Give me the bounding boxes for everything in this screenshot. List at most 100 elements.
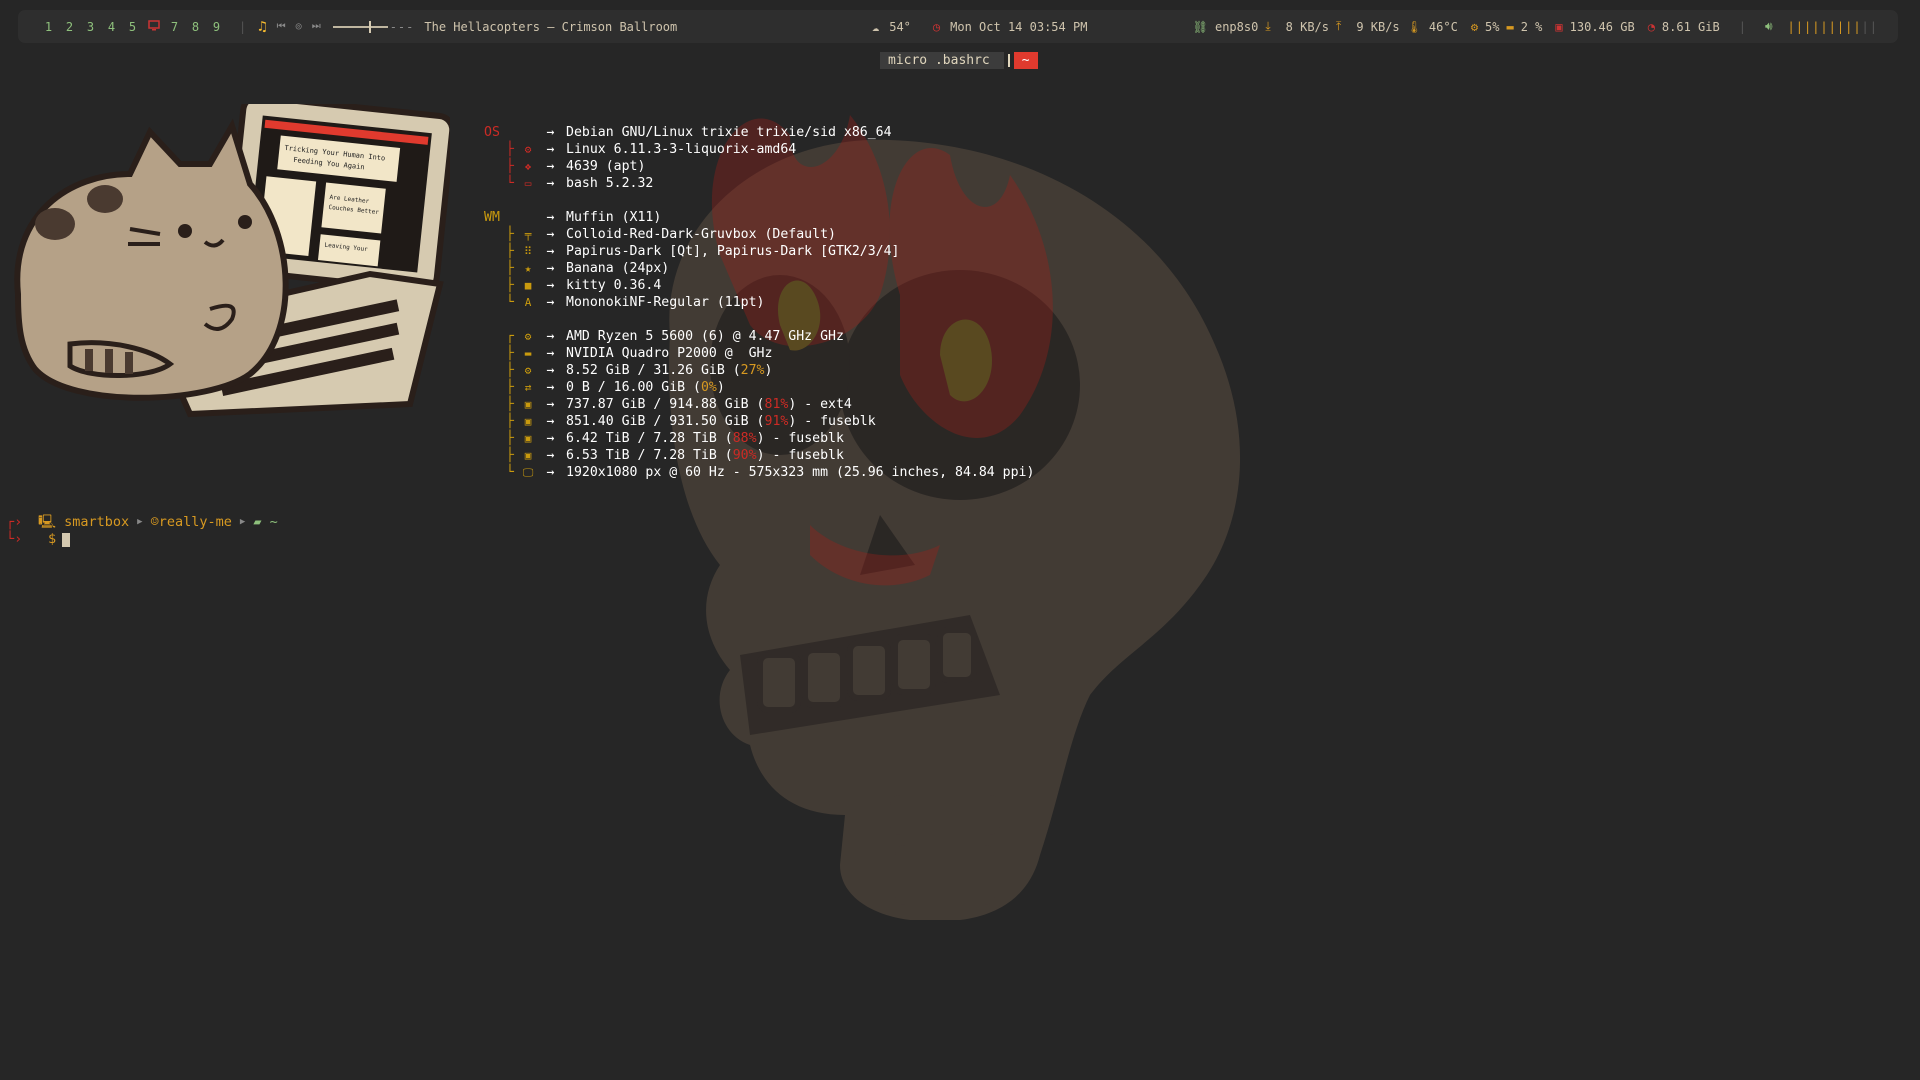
swap-value: 0 B / 16.00 GiB (0%) bbox=[566, 380, 725, 395]
now-playing-title: The Hellacopters – Crimson Ballroom bbox=[424, 19, 678, 34]
arrow: → bbox=[546, 448, 555, 463]
workspace-3[interactable]: 3 bbox=[80, 20, 101, 34]
track-progress-bar[interactable] bbox=[332, 20, 388, 33]
arrow: → bbox=[546, 227, 555, 242]
download-icon: ⤓ bbox=[1265, 19, 1271, 33]
workspace-6-active-monitor-icon[interactable] bbox=[143, 19, 164, 34]
arrow: → bbox=[546, 346, 555, 361]
memory-icon: ◔ bbox=[1647, 19, 1655, 34]
next-track-icon[interactable]: ⏭ bbox=[312, 21, 321, 32]
monitor-icon: 🖵︎ bbox=[522, 466, 534, 479]
grid-icon: ⠿ bbox=[523, 245, 533, 258]
memory-percent: 27% bbox=[740, 363, 765, 378]
workspace-1[interactable]: 1 bbox=[38, 20, 59, 34]
cpu-value: AMD Ryzen 5 5600 (6) @ 4.47 GHz GHz bbox=[566, 329, 844, 344]
network-icon: ⛓ bbox=[1192, 19, 1208, 34]
disk-free: 130.46 GB bbox=[1569, 19, 1635, 34]
packages-value: 4639 (apt) bbox=[566, 159, 646, 174]
arrow: → bbox=[546, 176, 555, 191]
cursor-value: Banana (24px) bbox=[566, 261, 670, 276]
progress-knob[interactable] bbox=[368, 20, 371, 33]
fetch-row-wm: WM → Muffin (X11) bbox=[484, 209, 1034, 226]
os-value: Debian GNU/Linux trixie trixie/sid x86_6… bbox=[566, 125, 892, 140]
terminal-window-icon: ■ bbox=[524, 279, 532, 292]
prompt-symbol: $ bbox=[48, 531, 57, 547]
date-time[interactable]: Mon Oct 14 03:54 PM bbox=[950, 20, 1087, 34]
fetch-row-swap: ├ ⇄ → 0 B / 16.00 GiB (0%) bbox=[506, 380, 725, 395]
prompt-user: really-me bbox=[158, 514, 232, 530]
previous-track-icon[interactable]: ⏮ bbox=[277, 21, 286, 32]
gear-icon: ⚙ bbox=[524, 143, 532, 156]
workspace-8[interactable]: 8 bbox=[185, 20, 206, 34]
wm-value: Muffin (X11) bbox=[566, 210, 662, 225]
fetch-row-os: OS → Debian GNU/Linux trixie trixie/sid x… bbox=[484, 124, 1034, 141]
tab-home[interactable]: ~ bbox=[1013, 52, 1038, 69]
disk-icon: ▣ bbox=[524, 432, 532, 445]
workspace-2[interactable]: 2 bbox=[59, 20, 80, 34]
prompt-host: smartbox bbox=[64, 514, 130, 530]
swap-icon: ⇄ bbox=[524, 381, 532, 394]
bar-divider: | bbox=[239, 19, 247, 34]
volume-level: ||||||||| bbox=[1787, 19, 1862, 34]
fastfetch-output: OS → Debian GNU/Linux trixie trixie/sid x… bbox=[484, 124, 1034, 481]
fetch-row-disk-4: ├ ▣ → 6.53 TiB / 7.28 TiB (90%) - fuseblk bbox=[506, 448, 844, 463]
thermometer-icon: 🌡︎ bbox=[1406, 19, 1422, 34]
progress-tail: --- bbox=[389, 19, 415, 34]
workspace-7[interactable]: 7 bbox=[164, 20, 185, 34]
prompt-corner: └› bbox=[6, 531, 23, 547]
play-pause-icon[interactable]: ◎ bbox=[296, 21, 302, 32]
arrow: → bbox=[546, 278, 555, 293]
arrow: → bbox=[546, 295, 555, 310]
arrow: → bbox=[546, 414, 555, 429]
upload-icon: ⤒ bbox=[1336, 19, 1342, 33]
cpu-usage: 5% bbox=[1485, 19, 1500, 34]
shell-value: bash 5.2.32 bbox=[566, 176, 654, 191]
fetch-row-icons: ├ ⠿ → Papirus-Dark [Qt], Papirus-Dark [GTK2… bbox=[506, 244, 900, 259]
kernel-value: Linux 6.11.3-3-liquorix-amd64 bbox=[566, 142, 797, 157]
fetch-row-disk-1: ├ ▣ → 737.87 GiB / 914.88 GiB (81%) - ext4 bbox=[506, 397, 852, 412]
tab-title[interactable]: micro .bashrc bbox=[880, 52, 1004, 69]
clock-area: ☁ 54° ◷ Mon Oct 14 03:54 PM bbox=[872, 20, 1087, 34]
bar-divider: | bbox=[1738, 19, 1746, 34]
arrow: → bbox=[546, 261, 555, 276]
pusheen-cat-laptop-image: Tricking Your Human Into Feeding You Aga… bbox=[14, 104, 450, 418]
fetch-row-kernel: ├ ⚙ → Linux 6.11.3-3-liquorix-amd64 bbox=[506, 142, 797, 157]
shell-prompt: ┌› 🖳︎ smartbox ▶ ☺ really-me ▶ ▰ ~ └› $ bbox=[6, 514, 278, 548]
workspace-9[interactable]: 9 bbox=[206, 20, 227, 34]
arrow: → bbox=[546, 210, 555, 225]
gpu-value: NVIDIA Quadro P2000 @ GHz bbox=[566, 346, 773, 361]
workspace-5[interactable]: 5 bbox=[122, 20, 143, 34]
chevron-right-icon: ▶ bbox=[137, 517, 143, 527]
star-icon: ★ bbox=[524, 262, 532, 275]
volume-slider[interactable]: ||||||||||| bbox=[1788, 20, 1878, 34]
gpu-icon: ▬ bbox=[524, 347, 532, 360]
cpu-icon: ⚙ bbox=[1470, 19, 1479, 34]
display-value: 1920x1080 px @ 60 Hz - 575x323 mm (25.96… bbox=[566, 465, 1035, 480]
arrow: → bbox=[546, 431, 555, 446]
tab-separator bbox=[1007, 54, 1010, 67]
volume-icon[interactable]: 🔊︎ bbox=[1765, 19, 1773, 34]
fetch-row-font: └ A → MononokiNF-Regular (11pt) bbox=[506, 295, 765, 310]
wm-key: WM bbox=[484, 210, 500, 225]
fetch-row-shell: └ ▭ → bash 5.2.32 bbox=[506, 176, 654, 191]
arrow: → bbox=[546, 244, 555, 259]
arrow: → bbox=[546, 142, 555, 157]
disk2-percent: 91% bbox=[764, 414, 789, 429]
paint-brush-icon: ╤ bbox=[524, 228, 532, 241]
upload-rate: 9 KB/s bbox=[1356, 19, 1400, 34]
arrow: → bbox=[546, 397, 555, 412]
icons-value: Papirus-Dark [Qt], Papirus-Dark [GTK2/3/… bbox=[566, 244, 900, 259]
fetch-row-theme: ├ ╤ → Colloid-Red-Dark-Gruvbox (Default) bbox=[506, 227, 836, 242]
battery-level: 2 % bbox=[1520, 19, 1543, 34]
fetch-row-gpu: ├ ▬ → NVIDIA Quadro P2000 @ GHz bbox=[506, 346, 773, 361]
chevron-right-icon: ▶ bbox=[239, 517, 246, 527]
prompt-line-1: ┌› 🖳︎ smartbox ▶ ☺ really-me ▶ ▰ ~ bbox=[6, 514, 278, 531]
disk2-value: 851.40 GiB / 931.50 GiB (91%) - fuseblk bbox=[566, 414, 876, 429]
arrow: → bbox=[546, 380, 555, 395]
disk3-value: 6.42 TiB / 7.28 TiB (88%) - fuseblk bbox=[566, 431, 844, 446]
workspace-4[interactable]: 4 bbox=[101, 20, 122, 34]
folder-icon: ▰ bbox=[253, 514, 270, 530]
text-cursor[interactable] bbox=[62, 532, 71, 547]
top-bar: 1 2 3 4 5 7 8 9 | ♫ ⏮ ◎ ⏭ --- The Hellac… bbox=[18, 10, 1898, 43]
disk1-percent: 81% bbox=[764, 397, 789, 412]
